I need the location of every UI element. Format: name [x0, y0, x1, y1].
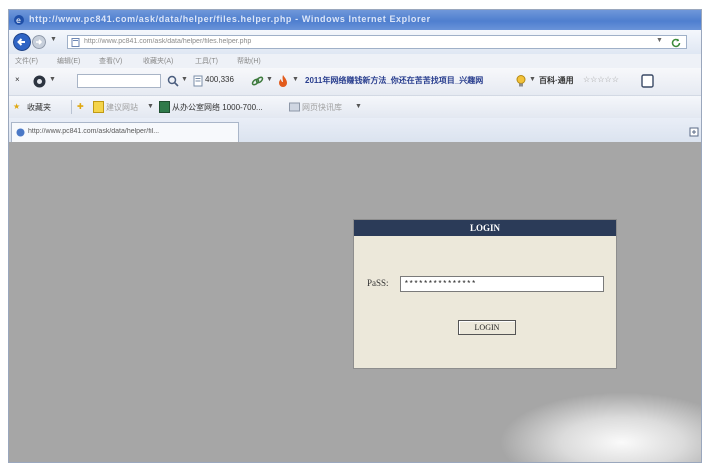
- login-title: LOGIN: [354, 220, 616, 236]
- address-row: ▼ http://www.pc841.com/ask/data/helper/f…: [9, 30, 701, 54]
- tab-current[interactable]: http://www.pc841.com/ask/data/helper/fil…: [11, 122, 239, 142]
- logo-dropdown-icon[interactable]: ▼: [49, 76, 57, 86]
- favorites-separator: [71, 100, 72, 114]
- suggested-sites-icon[interactable]: [93, 101, 104, 113]
- lightbulb-dropdown-icon[interactable]: ▼: [529, 76, 537, 86]
- toolbar-promo-link[interactable]: 2011年网络赚钱新方法_你还在苦苦找项目_兴趣网: [305, 75, 511, 87]
- office-favorite-link[interactable]: 从办公室网络 1000-700...: [172, 102, 280, 114]
- rating-stars[interactable]: ☆☆☆☆☆: [583, 75, 637, 87]
- window-title: http://www.pc841.com/ask/data/helper/fil…: [29, 14, 431, 24]
- password-field[interactable]: [400, 276, 604, 292]
- page-content: LOGIN PaSS: LOGIN: [9, 142, 701, 462]
- link-dropdown-icon[interactable]: ▼: [266, 76, 274, 86]
- web-slice-gallery-link[interactable]: 网页快讯库: [302, 102, 354, 114]
- toolbar-counter[interactable]: 400,336: [205, 75, 249, 87]
- suggested-dropdown-icon[interactable]: ▼: [147, 103, 155, 113]
- search-toolbar: × ▼ ▼ 400,336 ▼ ▼ 2011年网络赚钱新方法_你还在苦苦找项目_…: [9, 68, 701, 96]
- fire-dropdown-icon[interactable]: ▼: [292, 76, 300, 86]
- add-favorite-icon[interactable]: ✚: [77, 102, 89, 114]
- forward-arrow-icon[interactable]: [32, 35, 46, 49]
- toolbar-category[interactable]: 百科·通用: [539, 75, 581, 87]
- title-bar: e http://www.pc841.com/ask/data/helper/f…: [9, 10, 701, 30]
- tab-label: http://www.pc841.com/ask/data/helper/fil…: [28, 128, 160, 135]
- ie-logo-icon: e: [14, 15, 24, 25]
- address-field[interactable]: http://www.pc841.com/ask/data/helper/fil…: [67, 35, 687, 49]
- toolbar-logo-icon[interactable]: [33, 75, 46, 88]
- toolbar-search-input[interactable]: [77, 74, 161, 88]
- bookmark-square-icon[interactable]: [641, 74, 654, 88]
- favorites-bar: ★ 收藏夹 ✚ 建议网站 ▼ 从办公室网络 1000-700... 网页快讯库 …: [9, 96, 701, 118]
- web-slice-icon[interactable]: [289, 101, 300, 113]
- menu-help[interactable]: 帮助(H): [237, 56, 273, 67]
- password-label: PaSS:: [367, 278, 389, 288]
- favorites-star-icon[interactable]: ★: [13, 102, 25, 114]
- menu-favorites[interactable]: 收藏夹(A): [143, 56, 187, 67]
- history-dropdown-icon[interactable]: ▼: [50, 36, 58, 46]
- browser-window: e http://www.pc841.com/ask/data/helper/f…: [8, 9, 702, 463]
- menu-view[interactable]: 查看(V): [99, 56, 135, 67]
- fire-icon[interactable]: [277, 74, 289, 88]
- svg-text:e: e: [16, 16, 21, 25]
- web-slice-page-icon[interactable]: [159, 101, 170, 113]
- address-dropdown-icon[interactable]: ▼: [656, 37, 666, 47]
- watermark-glow: [499, 392, 701, 462]
- tab-page-icon: [16, 128, 25, 137]
- suggested-sites-link[interactable]: 建议网站: [106, 102, 146, 114]
- login-button[interactable]: LOGIN: [458, 320, 516, 335]
- menu-bar: 文件(F) 编辑(E) 查看(V) 收藏夹(A) 工具(T) 帮助(H): [9, 54, 701, 68]
- menu-edit[interactable]: 编辑(E): [57, 56, 93, 67]
- tab-row: http://www.pc841.com/ask/data/helper/fil…: [9, 118, 701, 143]
- search-dropdown-icon[interactable]: ▼: [181, 76, 189, 86]
- page-icon: [71, 38, 80, 47]
- search-icon[interactable]: [167, 75, 179, 87]
- menu-tools[interactable]: 工具(T): [195, 56, 231, 67]
- link-icon[interactable]: [251, 75, 264, 87]
- refresh-icon[interactable]: [670, 37, 682, 49]
- favorites-label[interactable]: 收藏夹: [27, 102, 67, 114]
- menu-file[interactable]: 文件(F): [15, 56, 51, 67]
- close-toolbar-icon[interactable]: ×: [15, 75, 25, 87]
- web-slice-dropdown-icon[interactable]: ▼: [355, 103, 363, 113]
- back-arrow-icon[interactable]: [13, 33, 31, 51]
- lightbulb-icon[interactable]: [515, 74, 527, 88]
- page-tools-icon[interactable]: [689, 127, 699, 137]
- login-panel: LOGIN PaSS: LOGIN: [353, 219, 617, 369]
- document-icon[interactable]: [193, 75, 203, 87]
- address-url: http://www.pc841.com/ask/data/helper/fil…: [84, 38, 252, 45]
